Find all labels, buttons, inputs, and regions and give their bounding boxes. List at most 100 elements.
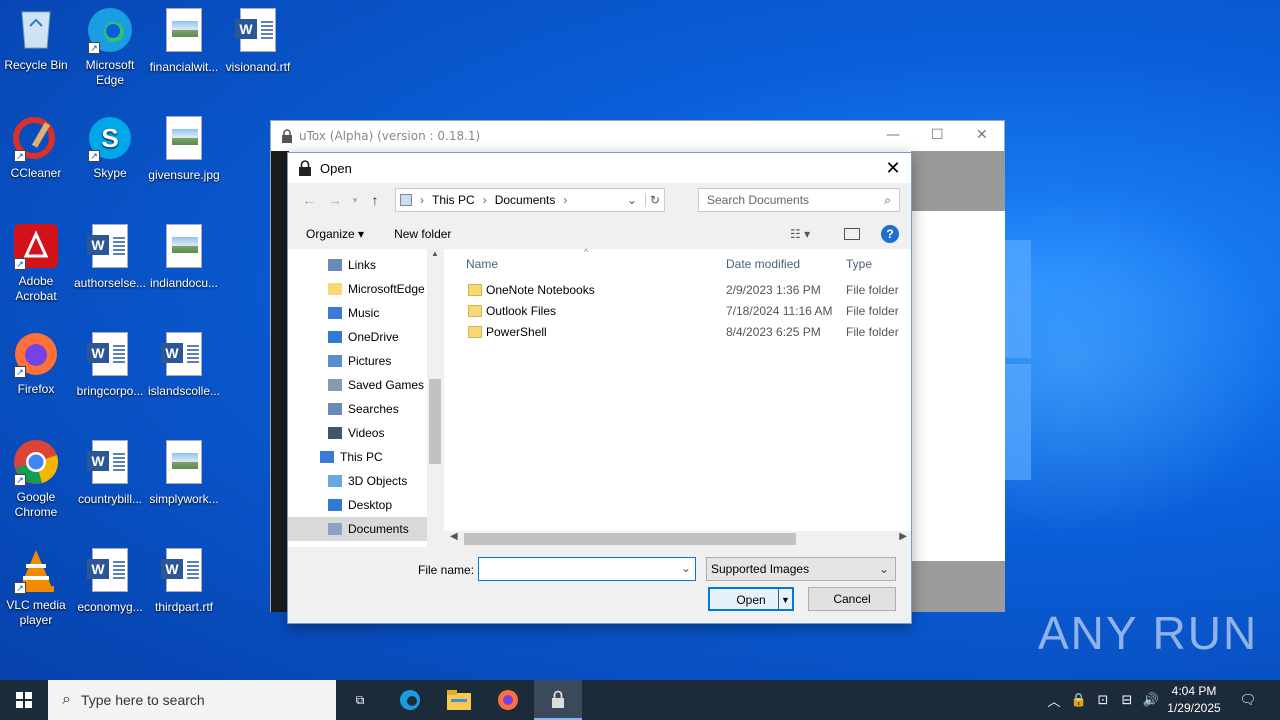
nav-item[interactable]: Documents	[288, 517, 427, 541]
network-icon[interactable]: ⊟	[1116, 680, 1138, 720]
desktop-icon[interactable]: ↗ Adobe Acrobat	[0, 222, 74, 304]
view-options-icon[interactable]: ☷ ▾	[790, 227, 810, 241]
file-type-select[interactable]: Supported Images ⌄	[706, 557, 896, 581]
desktop-icon[interactable]: financialwit...	[146, 6, 222, 75]
column-type[interactable]: Type	[846, 257, 872, 271]
desktop-icon-label: thirdpart.rtf	[154, 600, 214, 614]
nav-item[interactable]: Desktop	[288, 493, 427, 517]
scroll-right-icon[interactable]: ▶	[899, 531, 907, 542]
acrobat-icon: ↗	[12, 222, 60, 270]
new-folder-button[interactable]: New folder	[394, 227, 451, 241]
desktop-icon[interactable]: Recycle Bin	[0, 6, 74, 73]
desktop-icon[interactable]: Wauthorselse...	[72, 222, 148, 291]
nav-item[interactable]: Videos	[288, 421, 427, 445]
word-doc-icon: W	[160, 332, 208, 380]
desktop-icon[interactable]: Wcountrybill...	[72, 438, 148, 507]
recent-chevron-icon[interactable]: ▾	[348, 195, 362, 206]
up-icon[interactable]: ↑	[362, 192, 388, 208]
desktop-icon[interactable]: Wbringcorpo...	[72, 330, 148, 399]
nav-scroll-thumb[interactable]	[429, 379, 441, 464]
nav-item[interactable]: OneDrive	[288, 325, 427, 349]
word-doc-icon: W	[86, 332, 134, 380]
search-icon[interactable]: ⌕	[884, 193, 891, 208]
desktop-icon[interactable]: Wthirdpart.rtf	[146, 546, 222, 615]
task-view-icon[interactable]: ⧉	[336, 680, 384, 720]
file-list: Name ^ Date modified Type OneNote Notebo…	[444, 247, 911, 547]
breadcrumb-documents[interactable]: Documents	[495, 193, 556, 207]
file-name-dropdown-icon[interactable]: ⌄	[681, 561, 691, 575]
shortcut-arrow-icon: ↗	[14, 582, 26, 594]
minimize-icon[interactable]: —	[886, 127, 900, 143]
open-button[interactable]: Open ▼	[708, 587, 794, 611]
file-name-input[interactable]: ⌄	[478, 557, 696, 581]
start-button[interactable]	[0, 680, 48, 720]
taskbar-clock[interactable]: 4:04 PM 1/29/2025	[1160, 683, 1228, 717]
close-icon[interactable]: ✕	[976, 127, 988, 143]
desktop-icon[interactable]: Wislandscolle...	[146, 330, 222, 399]
scroll-left-icon[interactable]: ◀	[450, 531, 458, 542]
volume-icon[interactable]: 🔊	[1140, 680, 1162, 720]
device-tray-icon[interactable]: ⊡	[1092, 680, 1114, 720]
desktop-icon[interactable]: Weconomyg...	[72, 546, 148, 615]
nav-item[interactable]: Searches	[288, 397, 427, 421]
scroll-up-icon[interactable]: ▲	[427, 249, 443, 258]
breadcrumb-separator-icon: ›	[420, 193, 424, 207]
cancel-button[interactable]: Cancel	[808, 587, 896, 611]
desktop-icon[interactable]: Wvisionand.rtf	[220, 6, 296, 75]
edge-taskbar-icon[interactable]	[386, 680, 434, 720]
organize-button[interactable]: Organize ▾	[306, 227, 364, 241]
skype-icon: S ↗	[86, 114, 134, 162]
firefox-taskbar-icon[interactable]	[484, 680, 532, 720]
file-row[interactable]: PowerShell 8/4/2023 6:25 PM File folder	[444, 321, 911, 342]
file-explorer-icon[interactable]	[435, 680, 483, 720]
taskbar-search[interactable]: ⌕ Type here to search	[48, 680, 336, 720]
open-label: Open	[736, 593, 766, 607]
desktop-icon[interactable]: givensure.jpg	[146, 114, 222, 183]
nav-item-icon	[328, 307, 342, 319]
nav-scrollbar[interactable]: ▲	[427, 249, 443, 547]
back-icon[interactable]: ←	[296, 192, 322, 208]
desktop-icon[interactable]: ↗ Firefox	[0, 330, 74, 397]
utox-tray-icon[interactable]: 🔒	[1068, 680, 1090, 720]
help-icon[interactable]: ?	[881, 225, 899, 243]
forward-icon[interactable]: →	[322, 192, 348, 208]
preview-pane-icon[interactable]	[844, 228, 860, 240]
file-hscroll-thumb[interactable]	[464, 533, 796, 545]
image-file-icon	[160, 116, 208, 164]
nav-item[interactable]: MicrosoftEdge	[288, 277, 427, 301]
maximize-icon[interactable]: ☐	[931, 127, 944, 143]
desktop-icon[interactable]: simplywork...	[146, 438, 222, 507]
desktop-icon[interactable]: ↗ VLC media player	[0, 546, 74, 628]
edge-icon: ↗	[86, 6, 134, 54]
nav-item[interactable]: Pictures	[288, 349, 427, 373]
file-hscrollbar[interactable]: ◀ ▶	[444, 531, 911, 547]
nav-item-label: Saved Games	[348, 378, 425, 392]
organize-label: Organize	[306, 227, 355, 241]
folder-icon	[468, 283, 482, 296]
address-dropdown-icon[interactable]: ⌄	[627, 193, 637, 207]
address-bar[interactable]: › This PC › Documents › ⌄ ↻	[395, 188, 665, 212]
open-split-dropdown-icon[interactable]: ▼	[778, 589, 792, 609]
breadcrumb-this-pc[interactable]: This PC	[432, 193, 475, 207]
desktop-icon[interactable]: ↗ Google Chrome	[0, 438, 74, 520]
tray-chevron-icon[interactable]: ︿	[1044, 680, 1064, 720]
nav-item[interactable]: Links	[288, 253, 427, 277]
nav-item[interactable]: This PC	[288, 445, 427, 469]
desktop-icon[interactable]: ↗ Microsoft Edge	[72, 6, 148, 88]
dialog-close-icon[interactable]: ✕	[881, 156, 905, 180]
column-date[interactable]: Date modified	[726, 257, 800, 271]
file-row[interactable]: OneNote Notebooks 2/9/2023 1:36 PM File fo…	[444, 279, 911, 300]
file-row[interactable]: Outlook Files 7/18/2024 11:16 AM File fold…	[444, 300, 911, 321]
notifications-icon[interactable]: 🗨	[1234, 680, 1262, 720]
desktop-icon[interactable]: ↗ CCleaner	[0, 114, 74, 181]
search-box[interactable]: Search Documents ⌕	[698, 188, 900, 212]
nav-item[interactable]: Saved Games	[288, 373, 427, 397]
nav-item[interactable]: Music	[288, 301, 427, 325]
utox-taskbar-icon[interactable]	[534, 680, 582, 720]
desktop-icon[interactable]: S ↗ Skype	[72, 114, 148, 181]
refresh-icon[interactable]: ↻	[644, 193, 660, 207]
search-placeholder: Search Documents	[707, 193, 810, 207]
column-name[interactable]: Name	[466, 257, 498, 271]
desktop-icon[interactable]: indiandocu...	[146, 222, 222, 291]
nav-item[interactable]: 3D Objects	[288, 469, 427, 493]
